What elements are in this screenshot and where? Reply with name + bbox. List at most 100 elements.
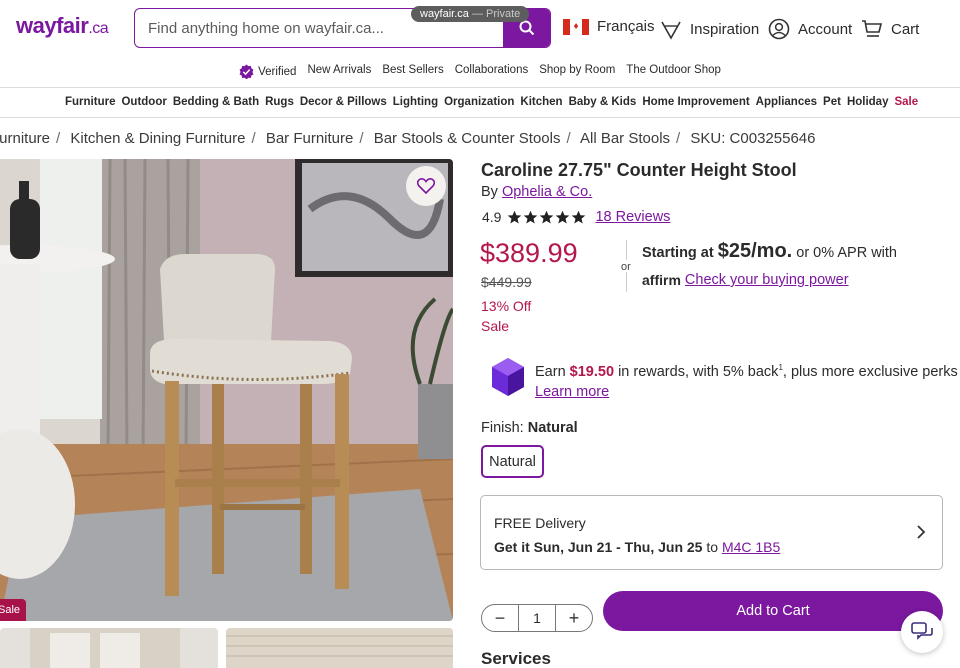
discount-label: 13% Off [481,298,532,314]
rewards-text-end: , plus more exclusive perks [782,363,958,380]
earn-label: Earn [535,363,566,380]
breadcrumb-item[interactable]: Bar Stools & Counter Stools [374,130,561,147]
affirm-row: affirm Check your buying power [642,272,849,288]
chat-button[interactable] [901,611,943,653]
cart-icon [862,20,883,37]
breadcrumb-item[interactable]: Furniture [0,130,50,147]
verified-link[interactable]: Verified [239,64,296,79]
chat-icon [911,622,933,640]
finish-label-text: Finish: [481,420,524,436]
delivery-date-range: Get it Sun, Jun 21 - Thu, Jun 25 [494,539,703,555]
breadcrumb-sku: SKU: C003255646 [690,130,816,147]
by-label: By [481,184,498,200]
account-label: Account [798,20,853,38]
breadcrumb: Furniture/ Kitchen & Dining Furniture/ B… [0,130,815,147]
cart-label: Cart [891,20,920,38]
category-furniture[interactable]: Furniture [65,96,115,108]
delivery-dates: Get it Sun, Jun 21 - Thu, Jun 25 to M4C … [494,539,780,555]
canada-flag-icon: ♦ [563,18,589,35]
divider [626,272,627,292]
category-decor-pillows[interactable]: Decor & Pillows [300,96,387,108]
thumbnail-photo [0,628,218,668]
star-rating [507,210,586,225]
breadcrumb-item[interactable]: All Bar Stools [580,130,670,147]
image-sale-tag: Sale [0,599,26,621]
wayfair-logo[interactable]: wayfair.ca [16,13,109,39]
delivery-card[interactable]: FREE Delivery Get it Sun, Jun 21 - Thu, … [480,495,943,570]
star-icon [540,210,554,223]
inspiration-label: Inspiration [690,20,760,38]
finish-value: Natural [527,420,578,436]
monthly-payment: $25/mo. [717,240,793,262]
verified-label: Verified [258,65,297,78]
category-lighting[interactable]: Lighting [393,96,438,108]
product-main-image[interactable] [0,159,453,621]
product-photo [0,159,453,621]
nav-best-sellers[interactable]: Best Sellers [382,64,443,79]
category-sale[interactable]: Sale [894,96,918,108]
divider [626,240,627,260]
financing-offer: Starting at $25/mo. or 0% APR with [642,240,897,263]
delivery-to: to [706,539,719,555]
learn-more-link[interactable]: Learn more [535,384,609,400]
inspiration-icon [661,21,681,40]
breadcrumb-item[interactable]: Bar Furniture [266,130,354,147]
chevron-right-icon [917,525,926,539]
add-to-cart-button[interactable]: Add to Cart [603,591,943,631]
services-heading: Services [481,649,551,668]
quantity-value[interactable]: 1 [518,605,556,631]
inspiration-link[interactable]: Inspiration [660,18,759,40]
rewards-message: Earn $19.50 in rewards, with 5% back1, p… [535,358,958,402]
language-switch[interactable]: ♦ Français [563,18,655,35]
apr-text: or 0% APR with [796,245,897,261]
category-holiday[interactable]: Holiday [847,96,889,108]
product-title: Caroline 27.75" Counter Height Stool [481,160,797,180]
postal-code-link[interactable]: M4C 1B5 [722,539,780,555]
category-kitchen[interactable]: Kitchen [520,96,562,108]
logo-text: wayfair [16,13,89,38]
category-baby-kids[interactable]: Baby & Kids [569,96,637,108]
account-link[interactable]: Account [768,18,852,40]
favorite-button[interactable] [406,166,446,206]
finish-label: Finish: Natural [481,420,578,436]
original-price: $449.99 [481,274,532,290]
category-bedding-bath[interactable]: Bedding & Bath [173,96,259,108]
sale-price: $389.99 [480,238,578,268]
logo-tld: .ca [88,20,109,37]
sale-label: Sale [481,318,510,334]
category-nav: Furniture Outdoor Bedding & Bath Rugs De… [65,96,918,108]
heart-icon [417,178,435,194]
affirm-logo: affirm [642,272,681,288]
private-browsing-pill: wayfair.ca — Private [411,6,530,22]
divider [0,117,960,118]
product-thumbnail[interactable] [226,628,453,668]
breadcrumb-item[interactable]: Kitchen & Dining Furniture [70,130,245,147]
category-organization[interactable]: Organization [444,96,514,108]
search-icon [519,20,534,36]
category-pet[interactable]: Pet [823,96,841,108]
cart-link[interactable]: Cart [861,18,919,40]
top-header: wayfair.ca — Private wayfair.ca ♦ França… [0,0,960,58]
category-outdoor[interactable]: Outdoor [121,96,166,108]
star-icon [524,210,538,223]
nav-shop-by-room[interactable]: Shop by Room [539,64,615,79]
nav-outdoor-shop[interactable]: The Outdoor Shop [626,64,721,79]
category-appliances[interactable]: Appliances [756,96,817,108]
category-home-improvement[interactable]: Home Improvement [642,96,749,108]
nav-new-arrivals[interactable]: New Arrivals [307,64,371,79]
category-rugs[interactable]: Rugs [265,96,294,108]
brand-link[interactable]: Ophelia & Co. [502,184,592,200]
nav-collaborations[interactable]: Collaborations [455,64,529,79]
product-thumbnail[interactable] [0,628,218,668]
increase-quantity-button[interactable]: + [556,605,592,631]
check-buying-power-link[interactable]: Check your buying power [685,272,849,288]
star-icon [508,210,522,223]
decrease-quantity-button[interactable]: − [482,605,518,631]
delivery-title: FREE Delivery [494,515,586,531]
rating-row: 4.9 18 Reviews [482,209,670,225]
reviews-link[interactable]: 18 Reviews [595,209,670,225]
account-icon [768,18,790,40]
quantity-stepper: − 1 + [481,604,593,632]
finish-option-natural[interactable]: Natural [481,445,544,478]
rewards-text: in rewards, with 5% back [618,363,779,380]
